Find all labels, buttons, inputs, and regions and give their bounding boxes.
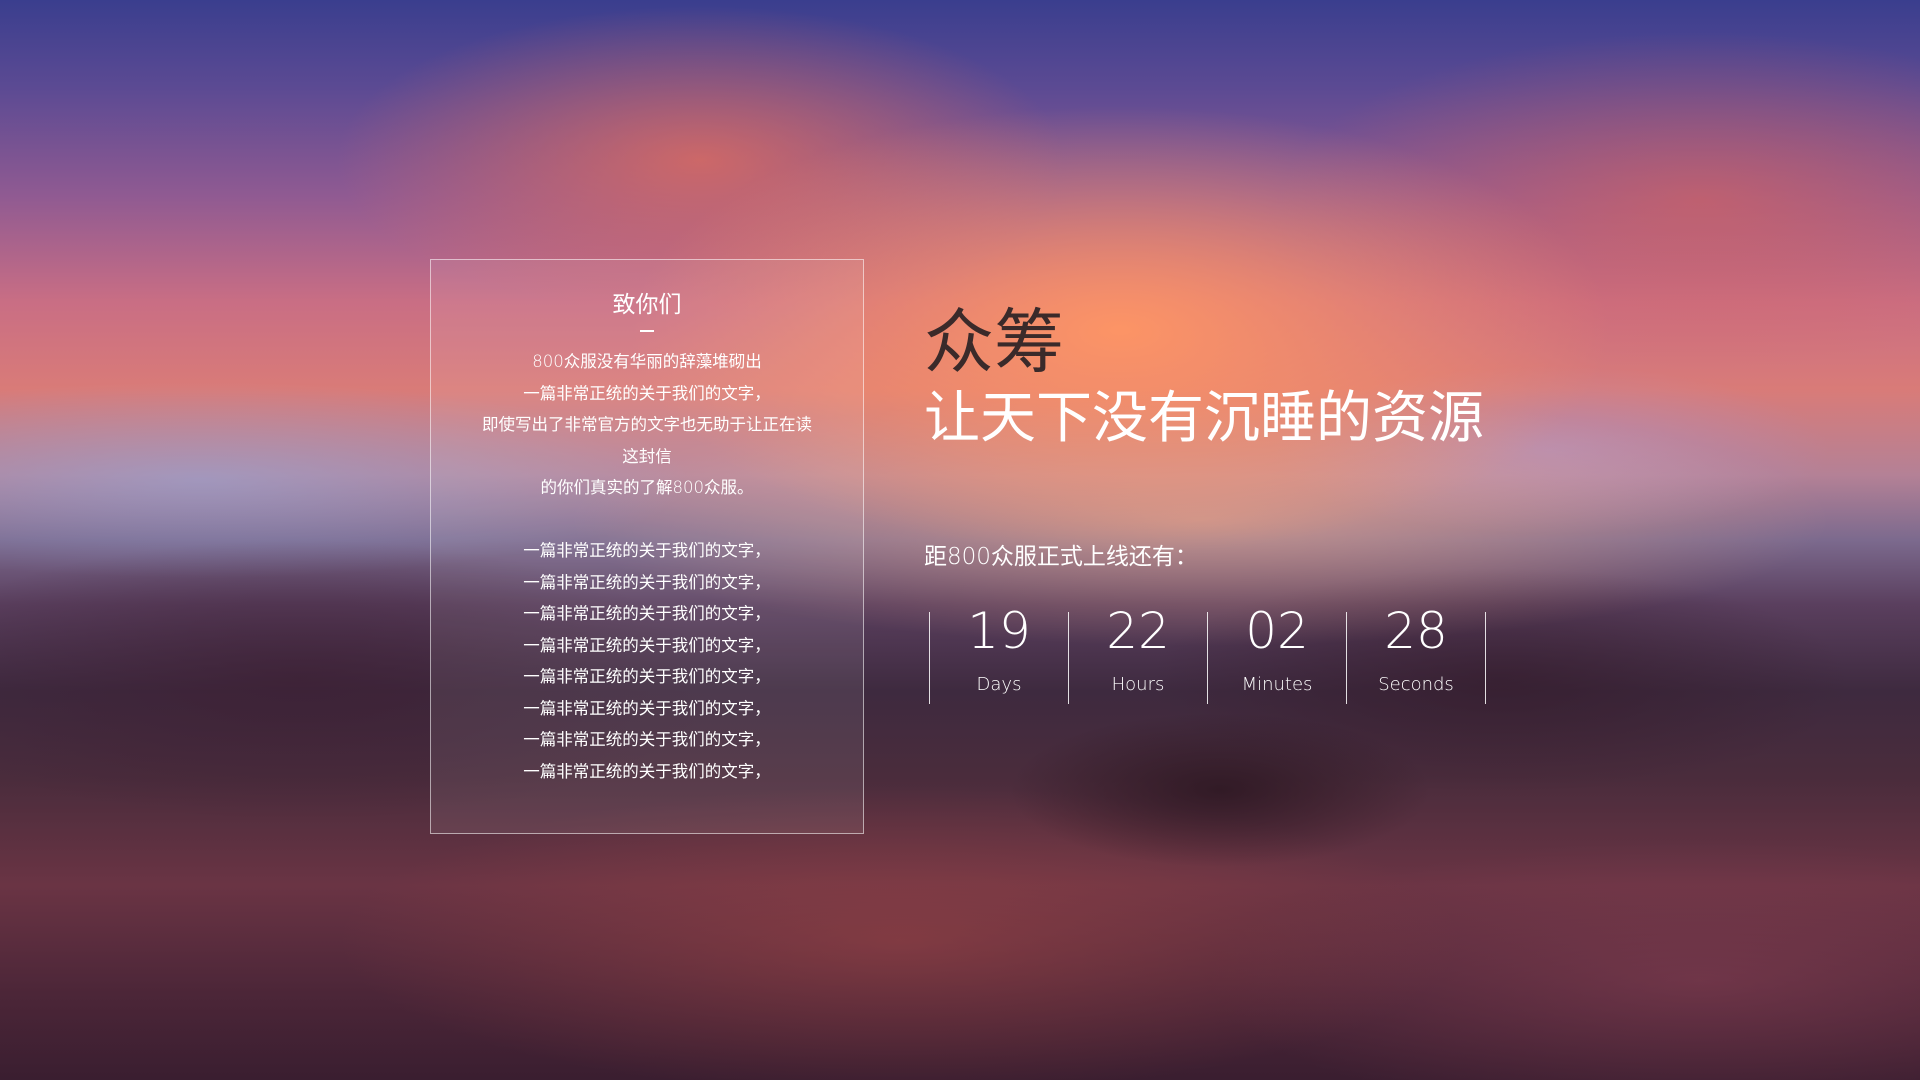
minutes-value: 02 [1245,602,1309,660]
letter-line: 一篇非常正统的关于我们的文字， [523,604,771,623]
letter-panel: 致你们 800众服没有华丽的辞藻堆砌出 一篇非常正统的关于我们的文字， 即使写出… [430,259,864,834]
letter-line: 800众服没有华丽的辞藻堆砌出 [532,352,762,371]
minutes-label: Minutes [1241,674,1313,695]
letter-line: 一篇非常正统的关于我们的文字， [523,698,771,718]
letter-title: 致你们 [612,292,682,318]
letter-line: 一篇非常正统的关于我们的文字， [523,635,771,655]
letter-line: 一篇非常正统的关于我们的文字， [523,541,771,560]
countdown-hours: 22 Hours [1068,606,1207,704]
letter-line: 一篇非常正统的关于我们的文字， [523,730,771,749]
letter-body: 800众服没有华丽的辞藻堆砌出 一篇非常正统的关于我们的文字， 即使写出了非常官… [431,346,863,787]
hours-label: Hours [1111,674,1165,695]
countdown-minutes: 02 Minutes [1207,606,1346,704]
headline-main: 众筹 [924,301,1064,383]
letter-line: 一篇非常正统的关于我们的文字， [523,383,771,403]
letter-line: 一篇非常正统的关于我们的文字， [523,667,771,686]
days-label: Days [976,674,1022,695]
hours-value: 22 [1106,602,1170,660]
seconds-label: Seconds [1378,674,1454,695]
letter-line: 一篇非常正统的关于我们的文字， [523,761,771,781]
letter-line: 的你们真实的了解800众服。 [540,478,754,497]
countdown-days: 19 Days [929,606,1068,704]
headline: 众筹 让天下没有沉睡的资源 [924,300,1484,454]
countdown-timer: 19 Days 22 Hours 02 Minutes 28 Seconds [929,606,1486,704]
headline-slogan: 让天下没有沉睡的资源 [924,386,1484,451]
letter-line: 一篇非常正统的关于我们的文字， [523,572,771,592]
letter-line: 这封信 [622,446,672,466]
days-value: 19 [967,602,1031,660]
sunset-background [0,0,1920,1080]
seconds-value: 28 [1384,602,1448,660]
letter-line: 即使写出了非常官方的文字也无助于让正在读 [482,415,812,434]
title-divider [640,330,654,332]
countdown-label: 距800众服正式上线还有： [924,544,1198,570]
countdown-seconds: 28 Seconds [1346,606,1486,704]
